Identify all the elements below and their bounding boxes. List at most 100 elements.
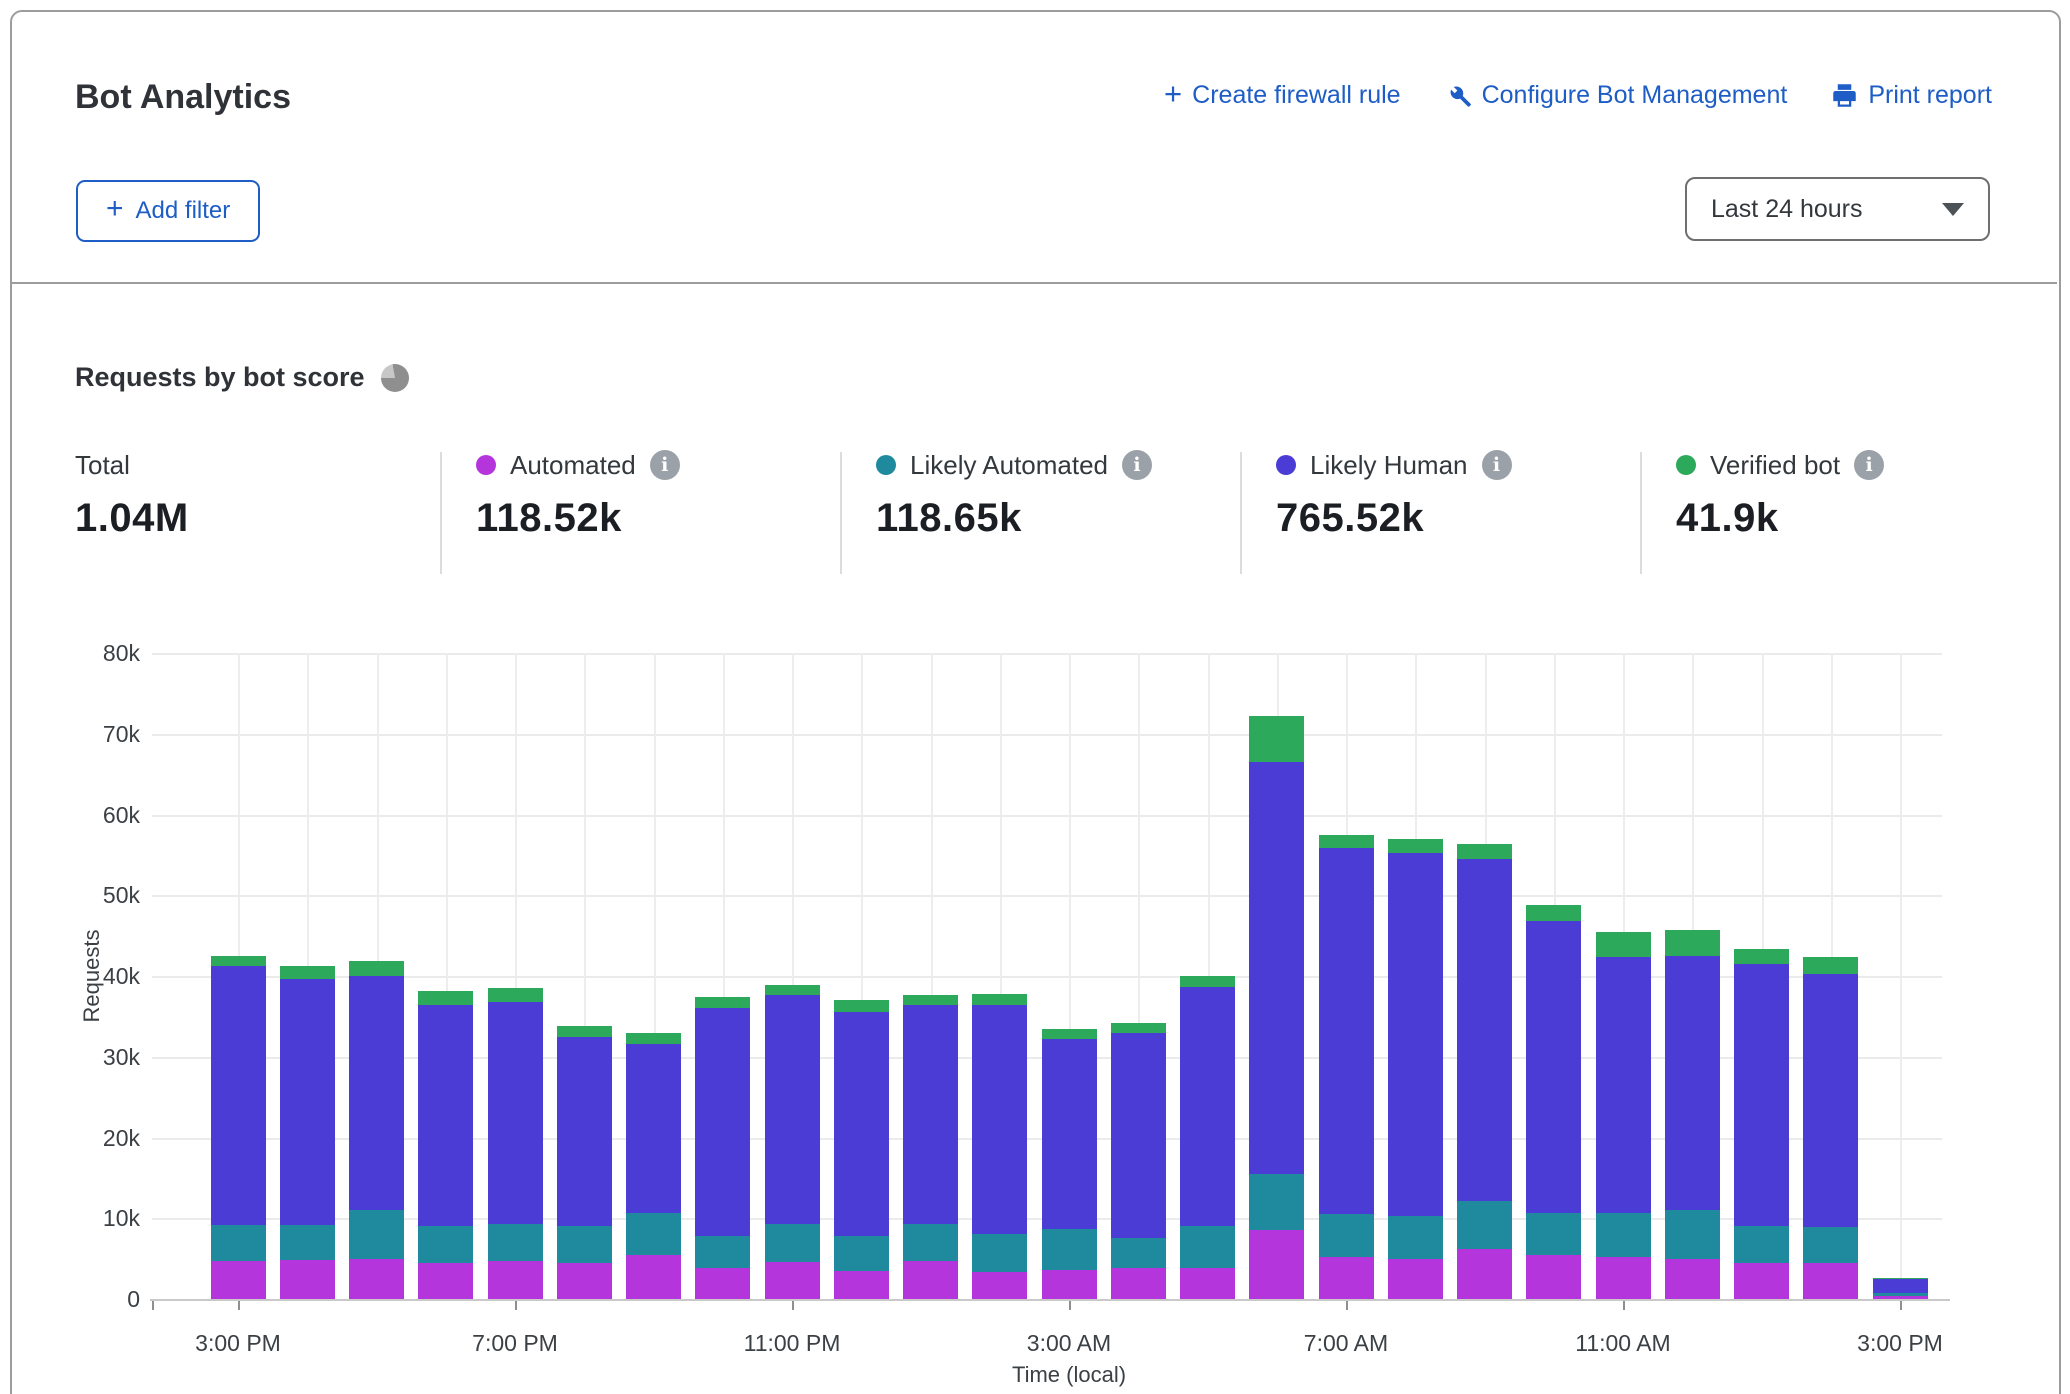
stat-likely-human-label: Likely Human bbox=[1310, 450, 1468, 481]
segment-likely-automated bbox=[1734, 1226, 1789, 1264]
segment-verified-bot bbox=[626, 1033, 681, 1043]
bar-100pm[interactable] bbox=[1734, 949, 1789, 1299]
info-icon[interactable]: i bbox=[650, 450, 680, 480]
segment-verified-bot bbox=[211, 956, 266, 966]
bar-700pm[interactable] bbox=[488, 988, 543, 1299]
segment-likely-automated bbox=[418, 1226, 473, 1262]
segment-likely-automated bbox=[1319, 1214, 1374, 1257]
bar-200am[interactable] bbox=[972, 994, 1027, 1299]
segment-likely-human bbox=[488, 1002, 543, 1224]
segment-likely-human bbox=[418, 1005, 473, 1226]
info-icon[interactable]: i bbox=[1122, 450, 1152, 480]
gridline-horizontal bbox=[152, 895, 1942, 897]
segment-likely-automated bbox=[626, 1213, 681, 1255]
bar-400am[interactable] bbox=[1111, 1023, 1166, 1299]
segment-automated bbox=[1180, 1268, 1235, 1299]
y-tick-label: 20k bbox=[40, 1124, 140, 1152]
stat-automated-label: Automated bbox=[510, 450, 636, 481]
likely-human-legend-dot bbox=[1276, 455, 1296, 475]
bar-1000pm[interactable] bbox=[695, 997, 750, 1299]
print-report-link[interactable]: Print report bbox=[1831, 81, 1992, 110]
segment-automated bbox=[1803, 1263, 1858, 1299]
segment-likely-automated bbox=[903, 1224, 958, 1261]
bar-500pm[interactable] bbox=[349, 961, 404, 1299]
print-report-label: Print report bbox=[1868, 81, 1992, 110]
segment-automated bbox=[834, 1271, 889, 1299]
segment-likely-automated bbox=[1180, 1226, 1235, 1268]
time-range-value: Last 24 hours bbox=[1711, 195, 1863, 224]
bar-800am[interactable] bbox=[1388, 839, 1443, 1299]
bar-300am[interactable] bbox=[1042, 1029, 1097, 1299]
segment-likely-automated bbox=[1249, 1174, 1304, 1231]
configure-bot-management-link[interactable]: Configure Bot Management bbox=[1445, 81, 1788, 110]
stat-likely-human-value: 765.52k bbox=[1276, 496, 1512, 541]
segment-likely-human bbox=[211, 966, 266, 1224]
segment-likely-human bbox=[1388, 853, 1443, 1216]
bar-600pm[interactable] bbox=[418, 991, 473, 1299]
create-firewall-rule-label: Create firewall rule bbox=[1192, 81, 1400, 110]
segment-likely-automated bbox=[1803, 1227, 1858, 1263]
y-tick-label: 30k bbox=[40, 1043, 140, 1071]
segment-likely-human bbox=[1596, 957, 1651, 1213]
section-title: Requests by bot score bbox=[75, 362, 365, 393]
segment-automated bbox=[626, 1255, 681, 1299]
gridline-horizontal bbox=[152, 734, 1942, 736]
bar-300pm[interactable] bbox=[211, 956, 266, 1299]
x-tick-label: 7:00 PM bbox=[435, 1330, 595, 1357]
stat-automated-value: 118.52k bbox=[476, 496, 680, 541]
bot-analytics-page: Bot Analytics + Create firewall rule Con… bbox=[0, 0, 2070, 1394]
info-icon[interactable]: i bbox=[1482, 450, 1512, 480]
segment-likely-human bbox=[1180, 987, 1235, 1225]
y-tick-label: 0 bbox=[40, 1285, 140, 1313]
segment-automated bbox=[1596, 1257, 1651, 1299]
bar-400pm[interactable] bbox=[280, 966, 335, 1299]
time-range-dropdown[interactable]: Last 24 hours bbox=[1685, 177, 1990, 241]
x-axis-title: Time (local) bbox=[1012, 1362, 1126, 1388]
bar-900am[interactable] bbox=[1457, 844, 1512, 1299]
info-icon[interactable]: i bbox=[1854, 450, 1884, 480]
axis-tick bbox=[1623, 1301, 1625, 1310]
segment-likely-human bbox=[280, 979, 335, 1224]
segment-likely-automated bbox=[557, 1226, 612, 1263]
bar-800pm[interactable] bbox=[557, 1026, 612, 1299]
segment-verified-bot bbox=[1249, 716, 1304, 762]
add-filter-button[interactable]: + Add filter bbox=[76, 180, 260, 242]
printer-icon bbox=[1831, 82, 1858, 109]
bar-600am[interactable] bbox=[1249, 716, 1304, 1299]
axis-tick bbox=[1900, 1301, 1902, 1310]
segment-likely-human bbox=[1873, 1279, 1928, 1294]
segment-automated bbox=[1388, 1259, 1443, 1299]
y-tick-label: 40k bbox=[40, 962, 140, 990]
bar-200pm[interactable] bbox=[1803, 957, 1858, 1299]
bar-1100pm[interactable] bbox=[765, 985, 820, 1299]
stat-total-value: 1.04M bbox=[75, 496, 189, 541]
segment-automated bbox=[765, 1262, 820, 1299]
segment-likely-human bbox=[834, 1012, 889, 1236]
bar-1200am[interactable] bbox=[834, 1000, 889, 1299]
segment-automated bbox=[1111, 1268, 1166, 1299]
segment-likely-human bbox=[349, 976, 404, 1210]
stat-likely-automated-label: Likely Automated bbox=[910, 450, 1108, 481]
bar-1000am[interactable] bbox=[1526, 905, 1581, 1299]
segment-automated bbox=[1734, 1263, 1789, 1299]
bar-1200pm[interactable] bbox=[1665, 930, 1720, 1299]
bar-500am[interactable] bbox=[1180, 976, 1235, 1299]
bar-1100am[interactable] bbox=[1596, 932, 1651, 1299]
gridline-vertical bbox=[1900, 653, 1902, 1299]
segment-verified-bot bbox=[1111, 1023, 1166, 1033]
segment-likely-automated bbox=[349, 1210, 404, 1258]
segment-likely-automated bbox=[834, 1236, 889, 1271]
add-filter-label: Add filter bbox=[136, 197, 231, 225]
segment-likely-automated bbox=[972, 1234, 1027, 1271]
bar-900pm[interactable] bbox=[626, 1033, 681, 1299]
segment-likely-automated bbox=[1388, 1216, 1443, 1259]
bar-100am[interactable] bbox=[903, 995, 958, 1299]
x-tick-label: 3:00 PM bbox=[1820, 1330, 1980, 1357]
segment-automated bbox=[557, 1263, 612, 1299]
bar-300pm[interactable] bbox=[1873, 1278, 1928, 1299]
segment-verified-bot bbox=[972, 994, 1027, 1005]
create-firewall-rule-link[interactable]: + Create firewall rule bbox=[1164, 80, 1401, 111]
axis-tick bbox=[1346, 1301, 1348, 1310]
segment-likely-automated bbox=[211, 1225, 266, 1261]
bar-700am[interactable] bbox=[1319, 835, 1374, 1299]
